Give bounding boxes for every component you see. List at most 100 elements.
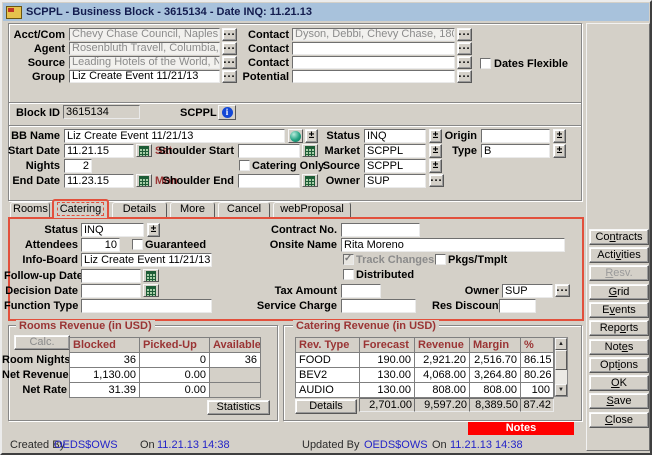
origin-dropdown-button[interactable]: ± bbox=[553, 129, 566, 143]
followup-date-label: Follow-up Date bbox=[4, 269, 78, 283]
owner-lookup-button[interactable]: ... bbox=[429, 174, 444, 187]
table-cell: BEV2 bbox=[296, 368, 360, 383]
origin-field[interactable] bbox=[481, 129, 550, 143]
potential-field[interactable] bbox=[292, 70, 455, 83]
save-button[interactable]: Save bbox=[589, 393, 649, 409]
potential-lookup-button[interactable]: ... bbox=[457, 70, 472, 83]
guaranteed-checkbox[interactable] bbox=[132, 239, 143, 250]
tax-amount-field[interactable] bbox=[341, 284, 381, 298]
notes-button[interactable]: Notes bbox=[589, 339, 649, 355]
net-rate-row-label: Net Rate bbox=[2, 383, 67, 397]
table-cell: 100 bbox=[521, 383, 554, 398]
function-type-field[interactable] bbox=[81, 299, 212, 313]
tab-details[interactable]: Details bbox=[112, 202, 167, 217]
decision-date-field[interactable] bbox=[81, 284, 141, 298]
contracts-button[interactable]: Contracts bbox=[589, 229, 649, 245]
table-cell: 3,264.80 bbox=[470, 368, 521, 383]
scrollbar-thumb[interactable] bbox=[555, 350, 567, 370]
tab-catering[interactable]: Catering bbox=[52, 199, 109, 218]
tab-rooms[interactable]: Rooms bbox=[10, 202, 50, 217]
bb-name-field[interactable]: Liz Create Event 11/21/13 bbox=[64, 129, 285, 143]
onsite-name-field[interactable]: Rita Moreno bbox=[341, 238, 565, 252]
table-cell bbox=[210, 368, 261, 383]
service-charge-field[interactable] bbox=[341, 299, 416, 313]
contact-3-field[interactable] bbox=[292, 56, 455, 69]
catering-owner-lookup-button[interactable]: ... bbox=[555, 284, 570, 297]
catering-status-dropdown-button[interactable]: ± bbox=[147, 223, 160, 237]
pkgs-tmplt-checkbox[interactable] bbox=[435, 254, 446, 265]
ellipsis-icon: ... bbox=[556, 282, 568, 294]
details-button[interactable]: Details bbox=[295, 399, 357, 414]
type-field[interactable]: B bbox=[481, 144, 550, 158]
catering-only-checkbox[interactable] bbox=[239, 160, 250, 171]
bb-source-field[interactable]: SCPPL bbox=[364, 159, 426, 173]
statistics-button[interactable]: Statistics bbox=[207, 400, 270, 415]
room-nights-row-label: Room Nights bbox=[2, 353, 67, 367]
res-discount-field[interactable] bbox=[499, 299, 536, 313]
group-field[interactable]: Liz Create Event 11/21/13 bbox=[69, 70, 220, 83]
tab-more[interactable]: More bbox=[170, 202, 215, 217]
acct-com-label: Acct/Com bbox=[8, 28, 65, 42]
decision-date-label: Decision Date bbox=[4, 284, 78, 298]
catering-owner-label: Owner bbox=[442, 284, 499, 298]
ellipsis-icon: ... bbox=[458, 54, 470, 66]
scroll-up-icon: ▲ bbox=[558, 341, 564, 347]
notes-badge[interactable]: Notes bbox=[468, 422, 574, 435]
decision-date-calendar-button[interactable] bbox=[143, 284, 159, 297]
shoulder-end-field[interactable] bbox=[238, 174, 300, 188]
end-date-field[interactable]: 11.23.15 bbox=[64, 174, 134, 188]
table-cell: 1,130.00 bbox=[70, 368, 140, 383]
contact-2-field[interactable] bbox=[292, 42, 455, 55]
nights-field[interactable]: 2 bbox=[64, 159, 92, 173]
contact-1-label: Contact bbox=[232, 28, 289, 42]
column-header-blocked: Blocked bbox=[70, 338, 140, 353]
source-label: Source bbox=[8, 56, 65, 70]
created-on-label: On bbox=[140, 439, 155, 451]
info-board-field[interactable]: Liz Create Event 11/21/13 bbox=[81, 253, 212, 267]
catering-revenue-scrollbar[interactable]: ▲ ▼ bbox=[554, 337, 568, 397]
tab-cancel[interactable]: Cancel bbox=[218, 202, 270, 217]
tab-webproposal[interactable]: webProposal bbox=[273, 202, 351, 217]
distributed-checkbox[interactable] bbox=[343, 269, 354, 280]
bb-source-label: Source bbox=[312, 159, 360, 173]
ok-button[interactable]: OK bbox=[589, 375, 649, 391]
rooms-revenue-table: Blocked Picked-Up Available 36 0 36 1,13… bbox=[69, 337, 261, 398]
owner-field[interactable]: SUP bbox=[364, 174, 426, 188]
events-button[interactable]: Events bbox=[589, 302, 649, 318]
bb-name-globe-button[interactable] bbox=[288, 129, 303, 143]
close-button[interactable]: Close bbox=[589, 412, 649, 428]
table-cell: 4,068.00 bbox=[415, 368, 470, 383]
activities-button[interactable]: Activities bbox=[589, 247, 649, 263]
status-field[interactable]: INQ bbox=[364, 129, 426, 143]
table-cell: 190.00 bbox=[360, 353, 415, 368]
options-button[interactable]: Options bbox=[589, 357, 649, 373]
followup-date-calendar-button[interactable] bbox=[143, 269, 159, 282]
catering-owner-field[interactable]: SUP bbox=[502, 284, 553, 298]
start-date-label: Start Date bbox=[4, 144, 60, 158]
attendees-field[interactable]: 10 bbox=[81, 238, 120, 252]
block-id-field: 3615134 bbox=[63, 105, 140, 119]
scroll-up-button[interactable]: ▲ bbox=[555, 338, 567, 350]
calc-button: Calc. bbox=[14, 335, 70, 350]
ellipsis-icon: ... bbox=[430, 172, 442, 184]
market-field[interactable]: SCPPL bbox=[364, 144, 426, 158]
start-date-field[interactable]: 11.21.15 bbox=[64, 144, 134, 158]
bb-source-dropdown-button[interactable]: ± bbox=[429, 159, 442, 173]
column-header-rev-type: Rev. Type bbox=[296, 338, 360, 353]
grid-button[interactable]: Grid bbox=[589, 284, 649, 300]
dates-flexible-checkbox[interactable] bbox=[480, 58, 491, 69]
reports-button[interactable]: Reports bbox=[589, 320, 649, 336]
table-cell: AUDIO bbox=[296, 383, 360, 398]
calendar-icon bbox=[146, 286, 156, 296]
scroll-down-button[interactable]: ▼ bbox=[555, 384, 567, 396]
contract-no-field[interactable] bbox=[341, 223, 420, 237]
catering-status-field[interactable]: INQ bbox=[81, 223, 144, 237]
source-field: Leading Hotels of the World, Naples, bbox=[69, 56, 220, 69]
scppl-info-button[interactable]: i bbox=[218, 105, 236, 120]
followup-date-field[interactable] bbox=[81, 269, 141, 283]
contact-3-label: Contact bbox=[232, 56, 289, 70]
calendar-icon bbox=[139, 176, 149, 186]
contract-no-label: Contract No. bbox=[247, 223, 337, 237]
shoulder-start-field[interactable] bbox=[238, 144, 300, 158]
type-dropdown-button[interactable]: ± bbox=[553, 144, 566, 158]
